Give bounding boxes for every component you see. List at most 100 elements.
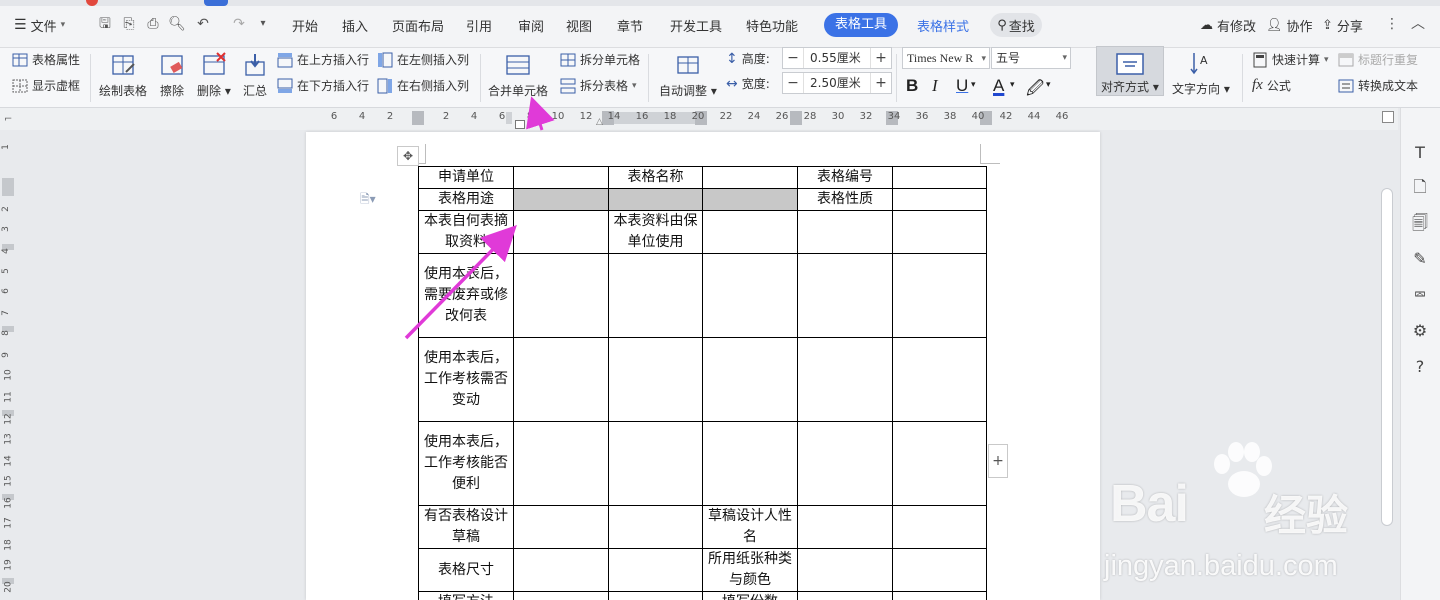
more-icon[interactable]: ⋮ — [1383, 15, 1401, 33]
split-table-button[interactable]: 拆分表格 ▾ — [560, 77, 637, 94]
horizontal-ruler[interactable]: ⌐ 6 4 2 2 4 6 8 10 12 14 16 18 20 22 24 … — [0, 108, 1398, 130]
menu-review[interactable]: 审阅 — [518, 16, 544, 35]
column-width-stepper[interactable]: − 2.50厘米 + — [782, 72, 892, 94]
delete-button[interactable]: 删除 ▾ — [197, 52, 231, 99]
menu-developer[interactable]: 开发工具 — [670, 16, 722, 35]
table-cell[interactable] — [608, 337, 703, 422]
chevron-down-icon[interactable]: ▾ — [1046, 80, 1051, 90]
convert-to-text-button[interactable]: 转换成文本 — [1338, 77, 1418, 94]
merge-cells-button[interactable]: 合并单元格 — [488, 52, 548, 99]
insert-row-above-button[interactable]: 在上方插入行 — [277, 51, 369, 68]
table-cell[interactable]: 使用本表后，工作考核能否便利 — [418, 421, 514, 506]
menu-references[interactable]: 引用 — [466, 16, 492, 35]
table-cell[interactable] — [702, 253, 798, 338]
decrease-height-button[interactable]: − — [783, 48, 803, 68]
table-cell[interactable] — [702, 210, 798, 254]
table-cell[interactable] — [797, 548, 893, 592]
text-direction-button[interactable]: A 文字方向 ▾ — [1172, 50, 1230, 97]
table-cell[interactable]: 表格用途 — [418, 188, 514, 211]
insert-column-left-button[interactable]: 在左侧插入列 — [377, 51, 469, 68]
table-cell[interactable] — [892, 253, 987, 338]
table-cell[interactable] — [797, 421, 893, 506]
table-cell[interactable] — [797, 591, 893, 600]
print-icon[interactable]: ⎙ — [144, 15, 162, 33]
draw-table-button[interactable]: 绘制表格 — [99, 52, 147, 99]
table-properties-button[interactable]: 表格属性 — [12, 51, 80, 68]
ruler-indent-marker[interactable] — [515, 120, 525, 129]
table-cell[interactable]: 使用本表后，需要废弃或修改何表 — [418, 253, 514, 338]
table-cell[interactable]: 草稿设计人性名 — [702, 505, 798, 549]
menu-insert[interactable]: 插入 — [342, 16, 368, 35]
vertical-ruler[interactable]: 1 2 3 4 5 6 7 8 9 10 11 12 13 14 15 16 1… — [0, 130, 16, 600]
table-cell[interactable] — [892, 210, 987, 254]
table-cell[interactable] — [797, 337, 893, 422]
table-cell[interactable] — [608, 548, 703, 592]
add-column-button[interactable]: + — [988, 444, 1008, 478]
undo-icon[interactable]: ↶ — [194, 15, 212, 33]
underline-icon[interactable]: U — [956, 76, 968, 96]
italic-icon[interactable]: I — [932, 76, 938, 96]
table-cell[interactable] — [797, 253, 893, 338]
sliders-icon[interactable]: ⚙︎ — [1409, 320, 1431, 342]
font-size-select[interactable]: 五号 ▾ — [991, 47, 1071, 69]
erase-button[interactable]: 擦除 — [159, 52, 185, 99]
table-cell[interactable]: 表格性质 — [797, 188, 893, 211]
quick-calc-button[interactable]: 快速计算 ▾ — [1252, 51, 1329, 68]
table-cell[interactable] — [513, 166, 609, 189]
tab-table-tools[interactable]: 表格工具 — [824, 13, 898, 37]
table-cell[interactable] — [513, 337, 609, 422]
formula-button[interactable]: fx 公式 — [1252, 77, 1291, 94]
output-icon[interactable]: ⎘ — [120, 15, 138, 33]
bold-icon[interactable]: B — [906, 76, 918, 96]
table-cell[interactable] — [608, 188, 703, 211]
collaborate-button[interactable]: 👤︎ 协作 — [1266, 16, 1313, 35]
menu-home[interactable]: 开始 — [292, 16, 318, 35]
table-cell[interactable]: 本表自何表摘取资料 — [418, 210, 514, 254]
ruler-settings-icon[interactable] — [1382, 111, 1394, 123]
menu-view[interactable]: 视图 — [566, 16, 592, 35]
help-icon[interactable]: ? — [1409, 356, 1431, 378]
table-cell[interactable] — [892, 505, 987, 549]
chevron-down-icon[interactable]: ▾ — [1010, 80, 1015, 90]
paragraph-options-icon[interactable]: 🗎▾ — [360, 190, 376, 211]
ruler-column-marker[interactable] — [790, 111, 802, 125]
column-width-value[interactable]: 2.50厘米 — [803, 73, 871, 93]
insert-row-below-button[interactable]: 在下方插入行 — [277, 77, 369, 94]
alignment-button[interactable]: 对齐方式 ▾ — [1096, 46, 1164, 96]
table-cell[interactable]: 本表资料由保单位使用 — [608, 210, 703, 254]
customize-quick-access-icon[interactable]: ▾ — [254, 15, 272, 33]
ruler-indent-marker[interactable]: △ — [596, 117, 603, 127]
table-cell[interactable]: 申请单位 — [418, 166, 514, 189]
table-cell[interactable]: 表格名称 — [608, 166, 703, 189]
table-cell[interactable] — [892, 548, 987, 592]
row-height-value[interactable]: 0.55厘米 — [803, 48, 871, 68]
tab-table-style[interactable]: 表格样式 — [917, 16, 969, 35]
cursor-icon[interactable]: ⮹ — [1409, 284, 1431, 306]
table-cell[interactable] — [513, 421, 609, 506]
table-cell[interactable] — [513, 253, 609, 338]
share-button[interactable]: ⇪ 分享 — [1322, 16, 1363, 35]
document-settings-icon[interactable]: 🗐︎ — [1409, 212, 1431, 234]
table-cell[interactable] — [513, 188, 609, 211]
table-cell[interactable] — [702, 421, 798, 506]
table-cell[interactable]: 填写方法 — [418, 591, 514, 600]
table-cell[interactable] — [797, 505, 893, 549]
table-cell[interactable]: 所用纸张种类与颜色 — [702, 548, 798, 592]
document-table[interactable]: 申请单位 表格名称 表格编号 表格用途 表格性质 本表自何表摘取资料 本表资料由保单位使用使… — [418, 166, 987, 600]
table-cell[interactable] — [892, 337, 987, 422]
table-cell[interactable] — [702, 337, 798, 422]
split-cells-button[interactable]: 拆分单元格 — [560, 51, 640, 68]
redo-icon[interactable]: ↷ — [230, 15, 248, 33]
table-cell[interactable] — [513, 548, 609, 592]
increase-height-button[interactable]: + — [871, 48, 891, 68]
table-cell[interactable] — [702, 166, 798, 189]
table-cell[interactable] — [608, 421, 703, 506]
save-icon[interactable]: 🖫 — [96, 15, 114, 33]
document-icon[interactable]: 🗋︎ — [1409, 176, 1431, 198]
increase-width-button[interactable]: + — [871, 73, 891, 93]
search-button[interactable]: ⚲ 查找 — [990, 13, 1042, 37]
pen-icon[interactable]: ✎ — [1409, 248, 1431, 270]
auto-fit-button[interactable]: 自动调整 ▾ — [659, 52, 717, 99]
row-height-stepper[interactable]: − 0.55厘米 + — [782, 47, 892, 69]
decrease-width-button[interactable]: − — [783, 73, 803, 93]
